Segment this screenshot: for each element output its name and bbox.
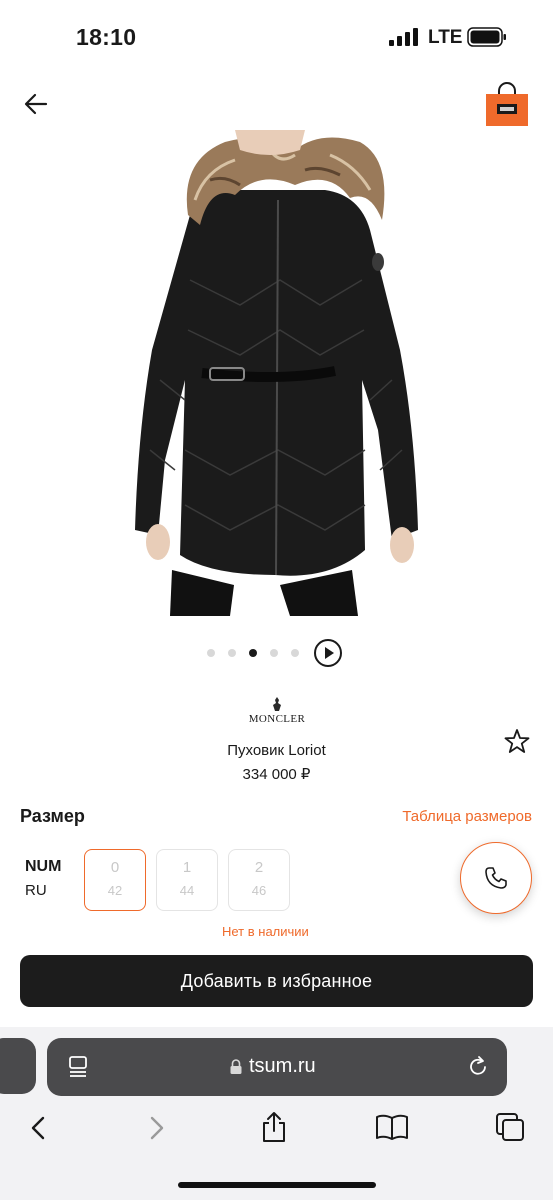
rooster-icon <box>273 697 281 711</box>
size-system-num: NUM <box>25 858 62 875</box>
size-num: 1 <box>182 859 192 876</box>
star-outline-icon[interactable] <box>503 727 531 755</box>
battery-icon <box>467 27 506 47</box>
carousel-dot[interactable] <box>207 649 215 657</box>
phone-icon <box>485 867 507 889</box>
brand-logo[interactable]: MONCLER <box>246 696 308 728</box>
add-to-favorites-button[interactable]: Добавить в избранное <box>20 955 533 1007</box>
play-circle-icon[interactable] <box>313 638 343 668</box>
size-ru: 46 <box>251 883 267 898</box>
size-num: 0 <box>110 859 120 876</box>
carousel-indicator <box>207 649 299 657</box>
call-button[interactable] <box>460 842 532 914</box>
share-icon[interactable] <box>259 1110 289 1144</box>
network-type: LTE <box>428 27 463 48</box>
availability-status: Нет в наличии <box>222 924 309 936</box>
size-num: 2 <box>254 859 264 876</box>
shopping-bag-icon[interactable] <box>484 80 530 128</box>
forward-icon[interactable] <box>146 1114 168 1142</box>
status-time: 18:10 <box>76 24 137 50</box>
back-icon[interactable] <box>27 1114 49 1142</box>
tabs-icon[interactable] <box>66 1054 90 1080</box>
status-bar: 18:10 LTE <box>0 0 553 75</box>
size-system-labels: NUM RU <box>25 858 61 899</box>
product-photo[interactable] <box>130 130 425 616</box>
url-text[interactable]: tsum.ru <box>249 1055 316 1078</box>
arrow-left-icon[interactable] <box>22 90 50 118</box>
tabs-overview-icon[interactable] <box>494 1111 526 1143</box>
size-option-2[interactable]: 2 46 <box>228 849 290 911</box>
previous-tab[interactable] <box>0 1038 36 1094</box>
home-indicator <box>178 1182 376 1188</box>
size-chart-link[interactable]: Таблица размеров <box>402 808 532 825</box>
carousel-dot[interactable] <box>291 649 299 657</box>
reload-icon[interactable] <box>466 1054 490 1080</box>
carousel-dot-active[interactable] <box>249 649 257 657</box>
product-price: 334 000 ₽ <box>242 766 311 783</box>
brand-name: MONCLER <box>248 713 306 725</box>
size-system-ru: RU <box>25 882 47 899</box>
product-title: Пуховик Loriot <box>227 742 326 759</box>
bookmarks-icon[interactable] <box>374 1112 410 1142</box>
size-option-1[interactable]: 1 44 <box>156 849 218 911</box>
size-ru: 42 <box>107 883 123 898</box>
size-option-0[interactable]: 0 42 <box>84 849 146 911</box>
size-ru: 44 <box>179 883 195 898</box>
carousel-dot[interactable] <box>270 649 278 657</box>
signal-icon <box>389 28 418 46</box>
size-section-title: Размер <box>20 806 85 826</box>
carousel-dot[interactable] <box>228 649 236 657</box>
lock-icon <box>230 1059 242 1074</box>
